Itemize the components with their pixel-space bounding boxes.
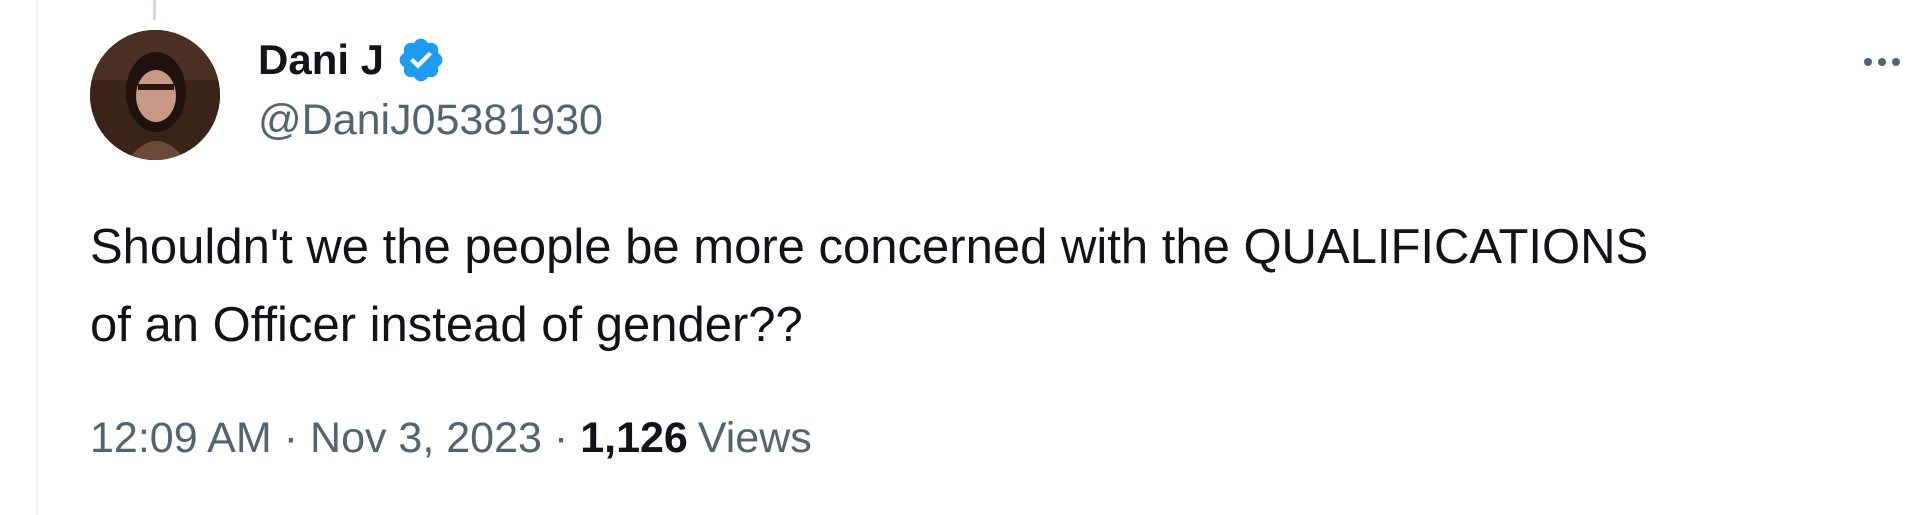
author-handle[interactable]: @DaniJ05381930: [258, 92, 603, 148]
more-options-icon-dot: [1892, 58, 1900, 66]
view-count[interactable]: 1,126: [580, 410, 688, 466]
separator: ·: [553, 414, 569, 462]
tweet-text-line: Shouldn't we the people be more concerne…: [90, 220, 1649, 274]
tweet-date[interactable]: Nov 3, 2023: [310, 410, 542, 466]
avatar[interactable]: [90, 30, 220, 160]
more-options-icon: [1864, 58, 1872, 66]
tweet-header: Dani J @DaniJ05381930: [258, 32, 603, 148]
separator: ·: [283, 414, 299, 462]
thread-connector-line: [153, 0, 156, 20]
timeline-border: [36, 0, 38, 515]
verified-badge-icon[interactable]: [396, 35, 446, 85]
tweet-text: Shouldn't we the people be more concerne…: [90, 208, 1890, 364]
profile-photo-icon: [90, 30, 220, 160]
author-display-name[interactable]: Dani J: [258, 32, 384, 88]
tweet-time[interactable]: 12:09 AM: [90, 410, 272, 466]
tweet-text-line: of an Officer instead of gender??: [90, 298, 803, 352]
more-options-icon-dot: [1878, 58, 1886, 66]
author-name-row: Dani J: [258, 32, 603, 88]
more-options-button[interactable]: [1852, 44, 1912, 80]
tweet-metadata: 12:09 AM · Nov 3, 2023 · 1,126 Views: [90, 410, 812, 466]
views-label[interactable]: Views: [698, 410, 812, 466]
